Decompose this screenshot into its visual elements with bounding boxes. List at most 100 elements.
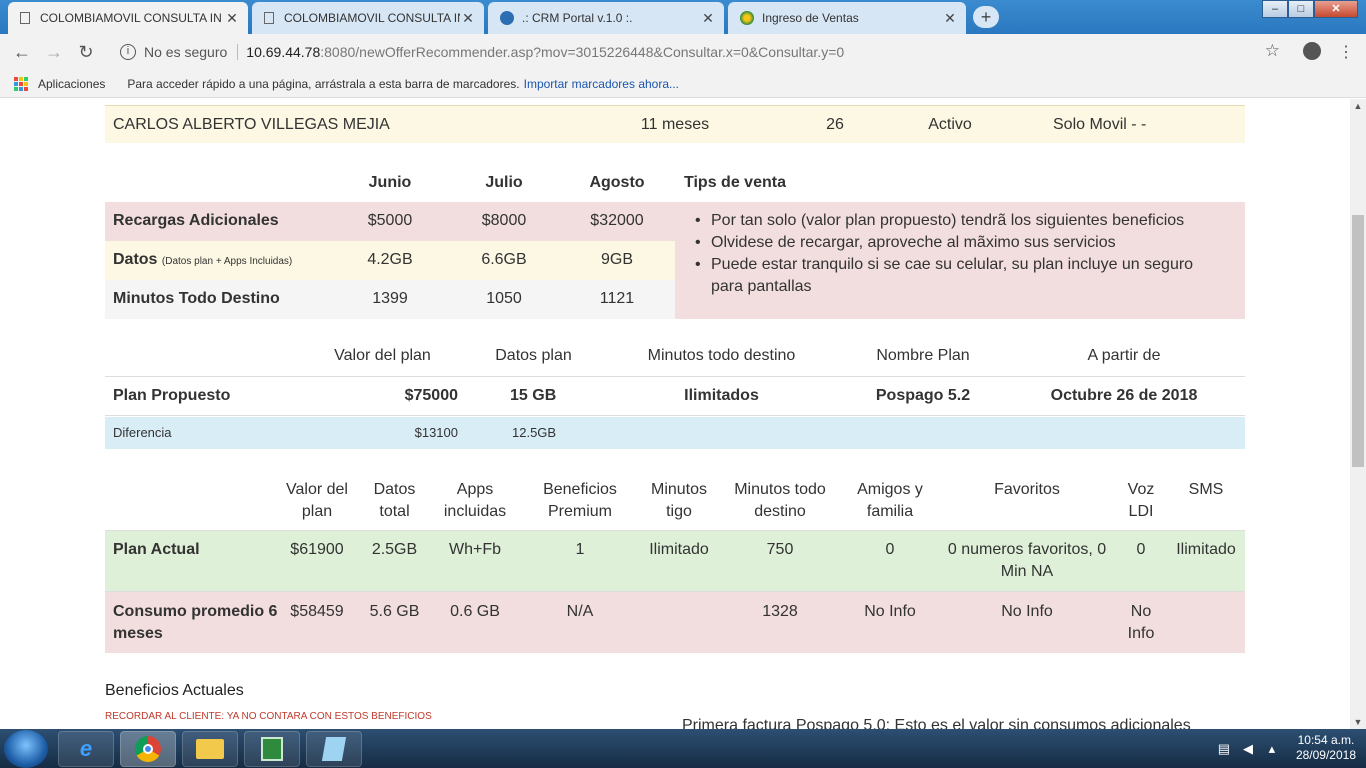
proposed-data: 15 GB bbox=[510, 387, 557, 404]
info-icon[interactable]: i bbox=[120, 44, 136, 60]
url-path[interactable]: :8080/newOfferRecommender.asp?mov=301522… bbox=[320, 44, 844, 60]
clock[interactable]: 10:54 a.m. 28/09/2018 bbox=[1296, 733, 1356, 763]
document-icon bbox=[264, 12, 274, 24]
sales-tips-list: Por tan solo (valor plan propuesto) tend… bbox=[693, 210, 1213, 298]
difference-value: $13100 bbox=[414, 425, 458, 440]
back-icon[interactable]: ← bbox=[6, 42, 38, 63]
month-header: Agosto bbox=[589, 174, 645, 191]
consumption-value: N/A bbox=[566, 603, 594, 620]
file-explorer-icon[interactable] bbox=[182, 731, 238, 767]
history-value: 4.2GB bbox=[367, 251, 413, 268]
tab-label: Ingreso de Ventas bbox=[762, 11, 859, 25]
tray-arrow-icon[interactable]: ▴ bbox=[1264, 741, 1280, 756]
scroll-down-icon[interactable]: ▼ bbox=[1350, 717, 1366, 727]
customer-name: CARLOS ALBERTO VILLEGAS MEJIA bbox=[113, 116, 390, 133]
close-tab-icon[interactable]: ✕ bbox=[700, 10, 716, 27]
page-scrollbar[interactable]: ▲ ▼ bbox=[1350, 99, 1366, 729]
current-value: 0 numeros favoritos, 0 Min NA bbox=[947, 541, 1107, 580]
sales-tip: Puede estar tranquilo si se cae su celul… bbox=[693, 254, 1213, 298]
close-tab-icon[interactable]: ✕ bbox=[942, 10, 958, 27]
customer-tenure: 11 meses bbox=[640, 116, 710, 133]
notepad-icon[interactable] bbox=[306, 731, 362, 767]
column-header: Nombre Plan bbox=[876, 347, 970, 364]
consumption-value: No Info bbox=[1001, 603, 1053, 620]
history-row-recargas: Recargas Adicionales $5000 $8000 $32000 bbox=[105, 202, 675, 241]
history-value: 1121 bbox=[599, 290, 635, 307]
minimize-button[interactable]: – bbox=[1262, 0, 1288, 18]
proposed-plan-row: Plan Propuesto $75000 15 GB Ilimitados P… bbox=[105, 377, 1245, 416]
document-icon bbox=[20, 12, 30, 24]
new-tab-button[interactable]: + bbox=[973, 6, 999, 28]
windows-taskbar: e ▤ ◀ ▴ 10:54 a.m. 28/09/2018 bbox=[0, 729, 1366, 768]
row-label: Recargas Adicionales bbox=[113, 212, 279, 229]
consumption-value: $58459 bbox=[290, 603, 344, 620]
history-value: $5000 bbox=[367, 212, 413, 229]
security-label[interactable]: No es seguro bbox=[144, 44, 227, 60]
scroll-up-icon[interactable]: ▲ bbox=[1350, 101, 1366, 111]
consumption-value: 0.6 GB bbox=[450, 603, 500, 620]
spreadsheet-icon[interactable] bbox=[244, 731, 300, 767]
browser-tab-1[interactable]: COLOMBIAMOVIL CONSULTA IN ✕ bbox=[8, 2, 248, 34]
difference-row: Diferencia $13100 12.5GB bbox=[105, 417, 1245, 449]
current-plan-header: Valor del plan Datos total Apps incluida… bbox=[105, 473, 1245, 531]
row-label: Plan Actual bbox=[113, 541, 200, 558]
url-host[interactable]: 10.69.44.78 bbox=[246, 44, 320, 60]
history-value: 1050 bbox=[486, 290, 522, 307]
apps-icon[interactable] bbox=[14, 76, 28, 91]
volume-icon[interactable]: ◀ bbox=[1240, 741, 1256, 756]
column-header: Apps incluidas bbox=[443, 481, 507, 520]
row-label: Plan Propuesto bbox=[113, 387, 231, 404]
sales-tip: Por tan solo (valor plan propuesto) tend… bbox=[693, 210, 1213, 232]
current-value: 0 bbox=[1136, 541, 1146, 558]
browser-tab-2[interactable]: COLOMBIAMOVIL CONSULTA IN ✕ bbox=[252, 2, 484, 34]
proposed-minutes: Ilimitados bbox=[684, 387, 759, 404]
tab-label: COLOMBIAMOVIL CONSULTA IN bbox=[40, 11, 222, 25]
bookmarks-bar: Aplicaciones Para acceder rápido a una p… bbox=[0, 70, 1366, 98]
crm-icon bbox=[500, 11, 514, 25]
history-value: 1399 bbox=[372, 290, 408, 307]
consumption-value: No Info bbox=[864, 603, 916, 620]
menu-icon[interactable]: ⋮ bbox=[1338, 42, 1354, 62]
row-label: Datos bbox=[113, 251, 158, 268]
browser-tab-4[interactable]: Ingreso de Ventas ✕ bbox=[728, 2, 966, 34]
consumption-value: No Info bbox=[1127, 603, 1155, 642]
clock-time: 10:54 a.m. bbox=[1297, 733, 1355, 747]
address-bar[interactable]: i No es seguro 10.69.44.78 :8080/newOffe… bbox=[112, 39, 1290, 65]
benefits-title: Beneficios Actuales bbox=[105, 682, 244, 699]
column-header: Datos total bbox=[373, 481, 416, 520]
start-button[interactable] bbox=[4, 730, 48, 768]
import-bookmarks-link[interactable]: Importar marcadores ahora... bbox=[524, 77, 679, 91]
chrome-icon[interactable] bbox=[120, 731, 176, 767]
current-value: 0 bbox=[885, 541, 895, 558]
network-icon[interactable]: ▤ bbox=[1216, 741, 1232, 756]
current-value: 2.5GB bbox=[371, 541, 418, 558]
current-plan-row: Plan Actual $61900 2.5GB Wh+Fb 1 Ilimita… bbox=[105, 531, 1245, 592]
sales-tips-box: Por tan solo (valor plan propuesto) tend… bbox=[675, 202, 1245, 319]
column-header: Beneficios Premium bbox=[543, 481, 617, 520]
apps-link[interactable]: Aplicaciones bbox=[38, 77, 105, 91]
bookmark-star-icon[interactable]: ☆ bbox=[1265, 41, 1280, 61]
column-header: Minutos todo destino bbox=[734, 481, 826, 520]
scroll-thumb[interactable] bbox=[1352, 215, 1364, 467]
globe-icon bbox=[740, 11, 754, 25]
column-header: Valor del plan bbox=[286, 481, 348, 520]
internet-explorer-icon[interactable]: e bbox=[58, 731, 114, 767]
row-label-group: Datos (Datos plan + Apps Incluidas) bbox=[113, 251, 292, 269]
close-tab-icon[interactable]: ✕ bbox=[460, 10, 476, 27]
current-value: 1 bbox=[575, 541, 585, 558]
reload-icon[interactable]: ↻ bbox=[70, 42, 102, 63]
browser-tab-3[interactable]: .: CRM Portal v.1.0 :. ✕ bbox=[488, 2, 724, 34]
account-icon[interactable] bbox=[1303, 42, 1321, 60]
forward-icon[interactable]: → bbox=[38, 42, 70, 63]
consumption-value: 5.6 GB bbox=[369, 603, 420, 620]
close-tab-icon[interactable]: ✕ bbox=[224, 10, 240, 27]
tab-label: COLOMBIAMOVIL CONSULTA IN bbox=[284, 11, 460, 25]
history-value: $8000 bbox=[481, 212, 527, 229]
browser-toolbar: ← → ↻ i No es seguro 10.69.44.78 :8080/n… bbox=[0, 34, 1366, 70]
month-header: Junio bbox=[368, 174, 412, 191]
column-header: SMS bbox=[1188, 481, 1224, 498]
maximize-button[interactable]: □ bbox=[1288, 0, 1314, 18]
column-header: Voz LDI bbox=[1127, 481, 1155, 520]
close-window-button[interactable]: ✕ bbox=[1314, 0, 1358, 18]
consumption-row: Consumo promedio 6 meses $58459 5.6 GB 0… bbox=[105, 592, 1245, 653]
